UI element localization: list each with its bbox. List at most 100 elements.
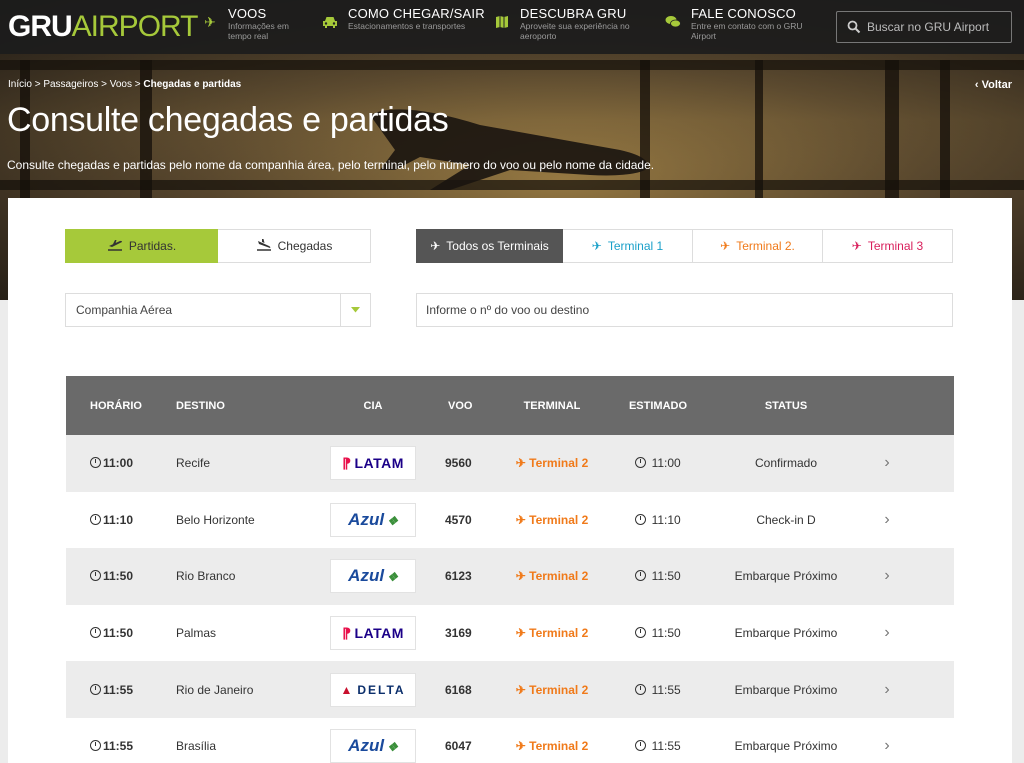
plane-icon: ✈ xyxy=(515,569,530,584)
clock-icon xyxy=(90,570,101,582)
direction-toggle: Partidas. Chegadas xyxy=(65,229,371,263)
clock-icon xyxy=(635,627,647,639)
status: Confirmado xyxy=(754,456,818,471)
clock-icon xyxy=(90,513,101,525)
estimated-time: 11:00 xyxy=(651,456,681,471)
table-row[interactable]: 11:55 Brasília Azul ❖ 6047 ✈ Terminal 2 11:55… xyxy=(66,717,954,763)
breadcrumb-voos[interactable]: Voos xyxy=(110,79,132,90)
terminal: Terminal 2 xyxy=(529,626,589,641)
chevron-right-icon[interactable]: › xyxy=(862,454,912,472)
status: Embarque Próximo xyxy=(734,569,838,584)
table-row[interactable]: 11:10 Belo Horizonte Azul ❖ 4570 ✈ Terminal 2… xyxy=(66,491,954,549)
chevron-right-icon[interactable]: › xyxy=(862,511,912,529)
flight-number: 6047 xyxy=(445,739,472,754)
top-navigation: GRUAIRPORT ✈ VOOS Informações em tempo r… xyxy=(0,0,1024,54)
table-row[interactable]: 11:55 Rio de Janeiro ▲ DELTA 6168 ✈ Terminal … xyxy=(66,661,954,718)
airline-select[interactable]: Companhia Aérea xyxy=(65,293,371,327)
flight-number: 6168 xyxy=(445,682,472,697)
airline-logo: ⁋ LATAM xyxy=(330,616,416,651)
tab-terminal-1[interactable]: ✈ Terminal 1 xyxy=(563,229,693,263)
clock-icon xyxy=(90,627,101,639)
arrival-icon xyxy=(256,238,272,254)
flight-number: 9560 xyxy=(445,456,472,471)
destination: Rio Branco xyxy=(176,569,236,584)
airline-logo: Azul ❖ xyxy=(330,559,416,594)
destination: Recife xyxy=(176,456,211,471)
clock-icon xyxy=(90,457,101,469)
clock-icon xyxy=(635,570,647,582)
estimated-time: 11:55 xyxy=(651,682,681,697)
clock-icon xyxy=(635,740,647,752)
flights-table: HORÁRIO DESTINO CIA VOO TERMINAL ESTIMAD… xyxy=(66,376,954,763)
departure-icon xyxy=(107,239,123,254)
clock-icon xyxy=(635,683,647,695)
estimated-time: 11:50 xyxy=(651,626,681,641)
tab-todos-terminais[interactable]: ✈ Todos os Terminais xyxy=(416,229,563,263)
nav-voos[interactable]: ✈ VOOS Informações em tempo real xyxy=(200,6,298,41)
airline-logo: ⁋ LATAM xyxy=(330,446,416,481)
chevron-right-icon[interactable]: › xyxy=(862,624,912,642)
airline-logo: Azul ❖ xyxy=(330,502,416,537)
breadcrumb-current: Chegadas e partidas xyxy=(143,79,242,90)
clock-icon xyxy=(635,457,647,469)
plane-icon: ✈ xyxy=(515,456,530,471)
time: 11:50 xyxy=(103,569,134,584)
status: Embarque Próximo xyxy=(734,626,838,641)
estimated-time: 11:50 xyxy=(651,569,681,584)
estimated-time: 11:55 xyxy=(651,739,681,754)
back-link[interactable]: ‹ Voltar xyxy=(975,79,1012,91)
time: 11:50 xyxy=(103,626,134,641)
gru-airport-logo[interactable]: GRUAIRPORT xyxy=(8,10,198,44)
car-icon xyxy=(320,15,340,33)
table-body: 11:00 Recife ⁋ LATAM 9560 ✈ Terminal 2 11:00 C… xyxy=(66,435,954,763)
table-row[interactable]: 11:00 Recife ⁋ LATAM 9560 ✈ Terminal 2 11:00 C… xyxy=(66,435,954,492)
nav-fale-conosco[interactable]: FALE CONOSCO Entre em contato com o GRU … xyxy=(663,6,806,41)
terminal: Terminal 2 xyxy=(529,739,589,754)
flight-number: 6123 xyxy=(445,569,472,584)
destination: Palmas xyxy=(176,626,217,641)
chat-icon xyxy=(663,15,683,41)
table-header: HORÁRIO DESTINO CIA VOO TERMINAL ESTIMAD… xyxy=(66,376,954,435)
breadcrumb-passageiros[interactable]: Passageiros xyxy=(43,79,98,90)
tab-terminal-3[interactable]: ✈ Terminal 3 xyxy=(823,229,953,263)
tab-terminal-2[interactable]: ✈ Terminal 2. xyxy=(693,229,823,263)
breadcrumb-inicio[interactable]: Início xyxy=(8,79,32,90)
chevron-right-icon[interactable]: › xyxy=(862,567,912,585)
chevron-right-icon[interactable]: › xyxy=(862,737,912,755)
breadcrumb: Início > Passageiros > Voos > Chegadas e… xyxy=(8,79,242,90)
table-row[interactable]: 11:50 Palmas ⁋ LATAM 3169 ✈ Terminal 2 11:50 E… xyxy=(66,604,954,662)
tab-partidas[interactable]: Partidas. xyxy=(65,229,218,263)
terminal: Terminal 2 xyxy=(529,512,589,527)
plane-icon: ✈ xyxy=(430,239,441,253)
time: 11:10 xyxy=(103,512,134,527)
nav-como-chegar[interactable]: COMO CHEGAR/SAIR Estacionamentos e trans… xyxy=(320,6,485,33)
tab-chegadas[interactable]: Chegadas xyxy=(218,229,371,263)
plane-icon: ✈ xyxy=(515,512,530,527)
flight-number: 4570 xyxy=(445,512,472,527)
terminal: Terminal 2 xyxy=(529,456,589,471)
terminal: Terminal 2 xyxy=(529,682,589,697)
page-subtitle: Consulte chegadas e partidas pelo nome d… xyxy=(7,158,655,172)
plane-icon: ✈ xyxy=(591,239,602,253)
terminal-tabs: ✈ Todos os Terminais ✈ Terminal 1 ✈ Term… xyxy=(416,229,953,263)
table-row[interactable]: 11:50 Rio Branco Azul ❖ 6123 ✈ Terminal 2 11:… xyxy=(66,548,954,605)
status: Embarque Próximo xyxy=(734,739,838,754)
flights-panel: Partidas. Chegadas ✈ Todos os Terminais … xyxy=(8,198,1012,763)
search-box[interactable] xyxy=(836,11,1012,43)
status: Embarque Próximo xyxy=(734,682,838,697)
chevron-right-icon[interactable]: › xyxy=(862,681,912,699)
page-title: Consulte chegadas e partidas xyxy=(7,101,449,139)
airline-logo: ▲ DELTA xyxy=(330,672,416,707)
plane-icon: ✈ xyxy=(851,239,862,253)
plane-icon: ✈ xyxy=(515,739,530,754)
nav-descubra-gru[interactable]: DESCUBRA GRU Aproveite sua experiência n… xyxy=(492,6,640,41)
time: 11:55 xyxy=(103,739,134,754)
map-icon xyxy=(492,15,512,41)
plane-icon: ✈ xyxy=(720,239,731,253)
search-input[interactable] xyxy=(867,20,1007,34)
time: 11:55 xyxy=(103,682,134,697)
chevron-down-icon xyxy=(340,294,370,326)
destination: Rio de Janeiro xyxy=(176,682,254,697)
flight-search-input[interactable] xyxy=(416,293,953,327)
clock-icon xyxy=(90,683,101,695)
